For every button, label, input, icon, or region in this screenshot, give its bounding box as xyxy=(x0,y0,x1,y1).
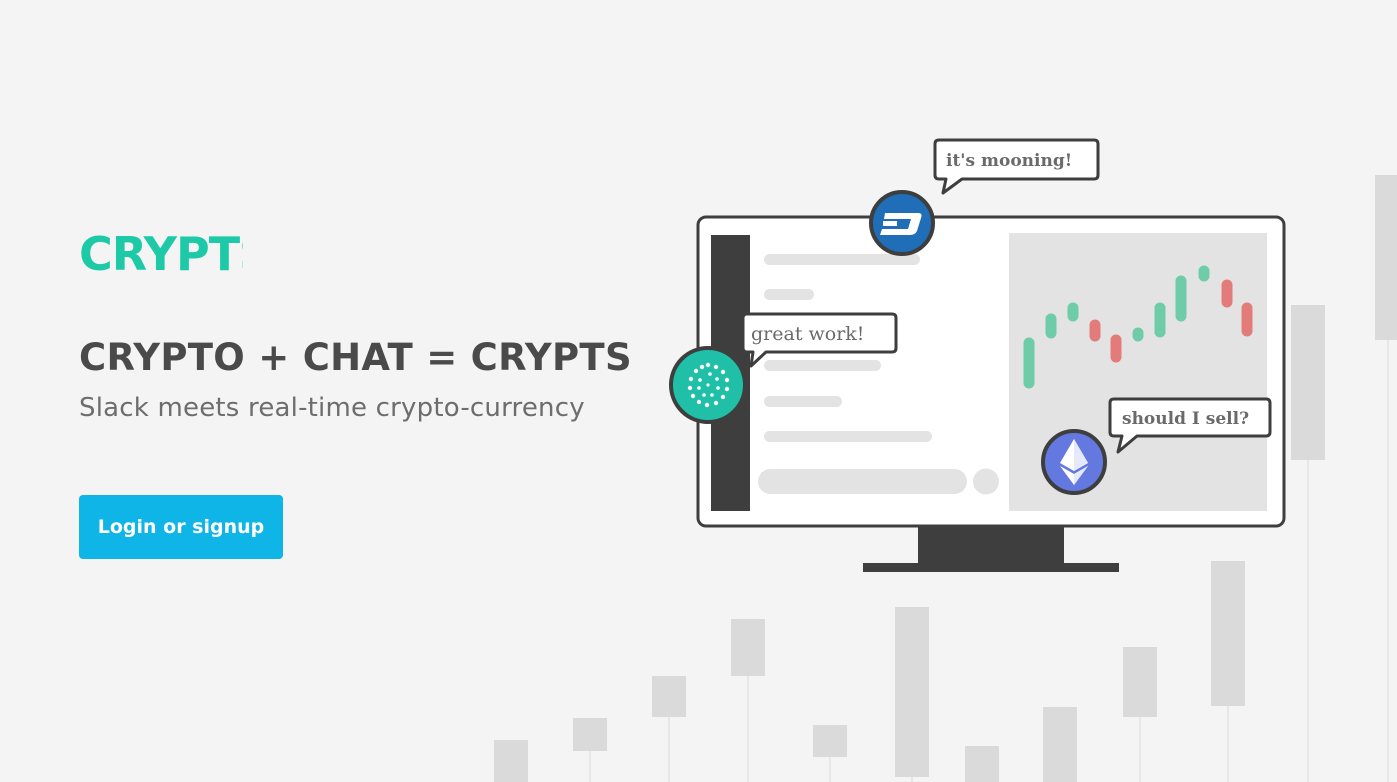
chat-input xyxy=(758,469,967,494)
crypts-logo: CRYPTS xyxy=(79,230,243,276)
ethereum-coin-icon xyxy=(1041,429,1107,495)
monitor-illustration: it's mooning! great work! should I sell? xyxy=(669,138,1286,572)
dash-coin-icon xyxy=(869,190,935,256)
login-signup-button[interactable]: Login or signup xyxy=(79,495,283,559)
page-title: CRYPTO + CHAT = CRYPTS xyxy=(79,336,632,379)
monitor-base xyxy=(863,563,1119,572)
dash-speech-bubble: it's mooning! xyxy=(933,138,1100,195)
dash-bubble-text: it's mooning! xyxy=(946,151,1072,171)
eth-bubble-text: should I sell? xyxy=(1122,409,1249,429)
iota-coin-icon xyxy=(669,346,747,424)
logo-text: CRYPTS xyxy=(79,230,243,276)
monitor-neck xyxy=(918,526,1064,563)
page-subtitle: Slack meets real-time crypto-currency xyxy=(79,393,585,423)
chat-send-dot xyxy=(973,468,999,495)
iota-bubble-text: great work! xyxy=(751,323,864,345)
